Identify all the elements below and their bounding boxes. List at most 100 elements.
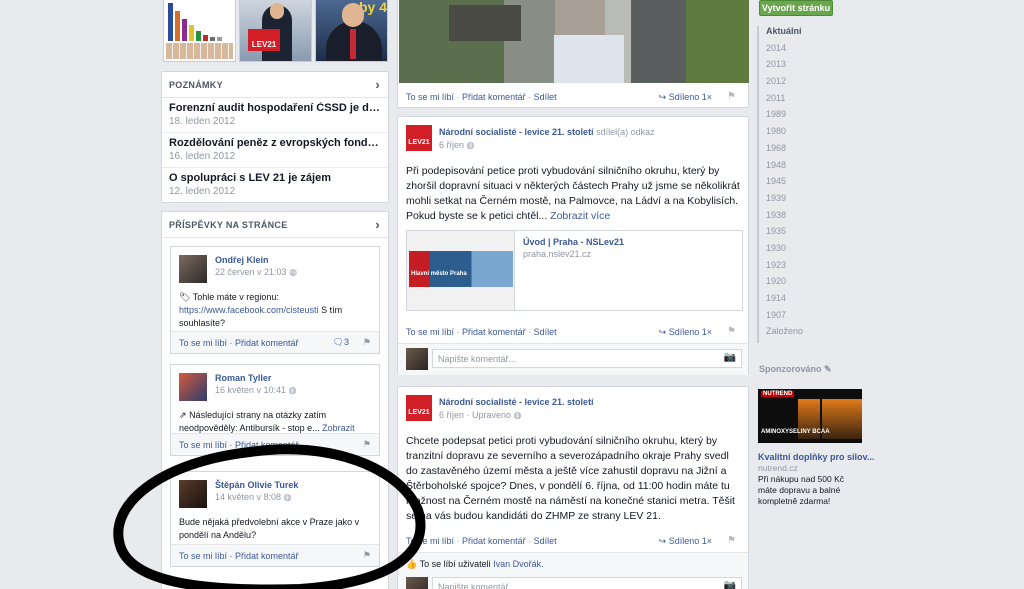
- share-link[interactable]: Sdílet: [534, 536, 557, 546]
- post-date[interactable]: 6 říjen · Upraveno: [439, 410, 511, 420]
- flag-icon[interactable]: ⚑: [727, 91, 736, 102]
- avatar[interactable]: [179, 480, 207, 508]
- post-author[interactable]: Ondřej Klein: [215, 255, 297, 265]
- like-link[interactable]: To se mi líbí: [179, 338, 227, 348]
- note-item[interactable]: O spolupráci s LEV 21 je zájem 12. leden…: [162, 168, 388, 203]
- ad-image[interactable]: NUTREND AMINOXYSELINY BCAA: [758, 389, 862, 443]
- page-logo[interactable]: LEV21: [406, 125, 432, 151]
- post-date[interactable]: 16 květen v 10:41: [215, 385, 286, 395]
- person-head: [270, 3, 284, 19]
- year-item[interactable]: 1938: [759, 210, 849, 227]
- photo-politician-sign[interactable]: LEV21: [239, 0, 312, 62]
- post-text: Bude nějaká předvolební akce v Praze jak…: [179, 517, 360, 540]
- shared-count[interactable]: ↪ Sdíleno 1×: [659, 92, 712, 103]
- note-item[interactable]: Rozdělování peněz z evropských fondů v Ú…: [162, 133, 388, 168]
- year-item[interactable]: Založeno: [759, 326, 849, 343]
- year-item[interactable]: 2011: [759, 93, 849, 110]
- like-link[interactable]: To se mi líbí: [406, 327, 454, 337]
- comment-link[interactable]: Přidat komentář: [235, 440, 299, 450]
- like-link[interactable]: To se mi líbí: [406, 92, 454, 102]
- post-link[interactable]: https://www.facebook.com/cisteusti: [179, 305, 319, 315]
- shared-count[interactable]: ↪ Sdíleno 1×: [659, 536, 712, 547]
- year-item[interactable]: 1968: [759, 143, 849, 160]
- year-item[interactable]: 1980: [759, 126, 849, 143]
- year-item[interactable]: 2014: [759, 43, 849, 60]
- chevron-right-icon[interactable]: ›: [375, 217, 380, 232]
- lev21-sign: LEV21: [248, 29, 280, 51]
- create-page-button[interactable]: Vytvořit stránku: [759, 0, 833, 16]
- year-item[interactable]: 2013: [759, 59, 849, 76]
- comment-link[interactable]: Přidat komentář: [462, 536, 526, 546]
- shared-count[interactable]: ↪ Sdíleno 1×: [659, 327, 712, 338]
- ad-title[interactable]: Kvalitní doplňky pro silov...: [758, 452, 874, 462]
- comment-link[interactable]: Přidat komentář: [235, 338, 299, 348]
- notes-header[interactable]: POZNÁMKY ›: [162, 72, 388, 98]
- year-item[interactable]: 1920: [759, 276, 849, 293]
- comment-link[interactable]: Přidat komentář: [462, 327, 526, 337]
- ad-text: Při nákupu nad 500 Kč máte dopravu a bal…: [758, 474, 845, 506]
- flag-icon[interactable]: ⚑: [363, 439, 371, 450]
- visitor-post: Roman Tyller 16 květen v 10:41 ◍ ⇗ Násle…: [170, 364, 380, 456]
- feed-post-photo: To se mi líbí · Přidat komentář · Sdílet…: [397, 0, 749, 108]
- page-posts-header[interactable]: PŘÍSPĚVKY NA STRÁNCE ›: [162, 212, 388, 238]
- year-item[interactable]: 1948: [759, 160, 849, 177]
- year-item[interactable]: 1930: [759, 243, 849, 260]
- photo-chart-thumbnail[interactable]: [163, 0, 236, 62]
- post-author[interactable]: Roman Tyller: [215, 373, 296, 383]
- link-preview[interactable]: Hlavní město Praha Úvod | Praha - NSLev2…: [406, 230, 743, 311]
- shared-count-label: Sdíleno 1×: [668, 92, 712, 102]
- note-title[interactable]: O spolupráci s LEV 21 je zájem: [169, 172, 381, 184]
- like-link[interactable]: To se mi líbí: [406, 536, 454, 546]
- post-date[interactable]: 22 červen v 21:03: [215, 267, 287, 277]
- year-item[interactable]: 1907: [759, 310, 849, 327]
- likes-user[interactable]: Ivan Dvořák.: [493, 559, 544, 569]
- globe-icon: ◍: [466, 140, 475, 150]
- like-link[interactable]: To se mi líbí: [179, 551, 227, 561]
- note-title[interactable]: Rozdělování peněz z evropských fondů v Ú…: [169, 137, 381, 149]
- post-date[interactable]: 6 říjen: [439, 140, 464, 150]
- flag-icon[interactable]: ⚑: [363, 337, 371, 348]
- link-title[interactable]: Úvod | Praha - NSLev21: [523, 237, 624, 247]
- notes-panel: POZNÁMKY › Forenzní audit hospodaření ČS…: [161, 71, 389, 203]
- chevron-right-icon[interactable]: ›: [375, 77, 380, 92]
- year-item[interactable]: 1945: [759, 176, 849, 193]
- post-photo[interactable]: [399, 0, 749, 83]
- edit-icon[interactable]: ✎: [824, 364, 832, 374]
- comment-input[interactable]: Napište komentář... 📷: [432, 577, 742, 589]
- comment-link[interactable]: Přidat komentář: [462, 92, 526, 102]
- year-item[interactable]: 1914: [759, 293, 849, 310]
- flag-icon[interactable]: ⚑: [727, 326, 736, 337]
- camera-icon[interactable]: 📷: [724, 352, 736, 363]
- camera-icon[interactable]: 📷: [724, 580, 736, 589]
- avatar[interactable]: [179, 373, 207, 401]
- photo-portrait[interactable]: by 4: [315, 0, 388, 62]
- year-item[interactable]: 1923: [759, 260, 849, 277]
- show-more-link[interactable]: Zobrazit více: [550, 210, 610, 222]
- like-link[interactable]: To se mi líbí: [179, 440, 227, 450]
- year-item[interactable]: Aktuální: [759, 26, 849, 43]
- post-date[interactable]: 14 květen v 8:08: [215, 492, 281, 502]
- share-link[interactable]: Sdílet: [534, 92, 557, 102]
- post-author[interactable]: Národní socialisté - levice 21. století: [439, 127, 594, 137]
- share-arrow-icon: ↪: [658, 536, 667, 546]
- year-item[interactable]: 1939: [759, 193, 849, 210]
- share-link[interactable]: Sdílet: [534, 327, 557, 337]
- note-title[interactable]: Forenzní audit hospodaření ČSSD je dobrý…: [169, 102, 381, 114]
- year-item[interactable]: 1989: [759, 109, 849, 126]
- post-author[interactable]: Štěpán Olivie Turek: [215, 480, 298, 490]
- comment-link[interactable]: Přidat komentář: [235, 551, 299, 561]
- banner-text: Hlavní město Praha: [411, 271, 467, 277]
- sponsored-header: Sponzorováno ✎: [759, 364, 832, 375]
- note-item[interactable]: Forenzní audit hospodaření ČSSD je dobrý…: [162, 98, 388, 133]
- bench-graphic: [449, 5, 521, 41]
- comment-input[interactable]: Napište komentář... 📷: [432, 349, 742, 368]
- flag-icon[interactable]: ⚑: [363, 550, 371, 561]
- year-item[interactable]: 1935: [759, 226, 849, 243]
- post-author[interactable]: Národní socialisté - levice 21. století: [439, 397, 594, 407]
- comment-count[interactable]: 🗨3: [333, 337, 349, 348]
- page-logo[interactable]: LEV21: [406, 395, 432, 421]
- visitor-post: Štěpán Olivie Turek 14 květen v 8:08 ◍ B…: [170, 471, 380, 567]
- flag-icon[interactable]: ⚑: [727, 535, 736, 546]
- avatar[interactable]: [179, 255, 207, 283]
- year-item[interactable]: 2012: [759, 76, 849, 93]
